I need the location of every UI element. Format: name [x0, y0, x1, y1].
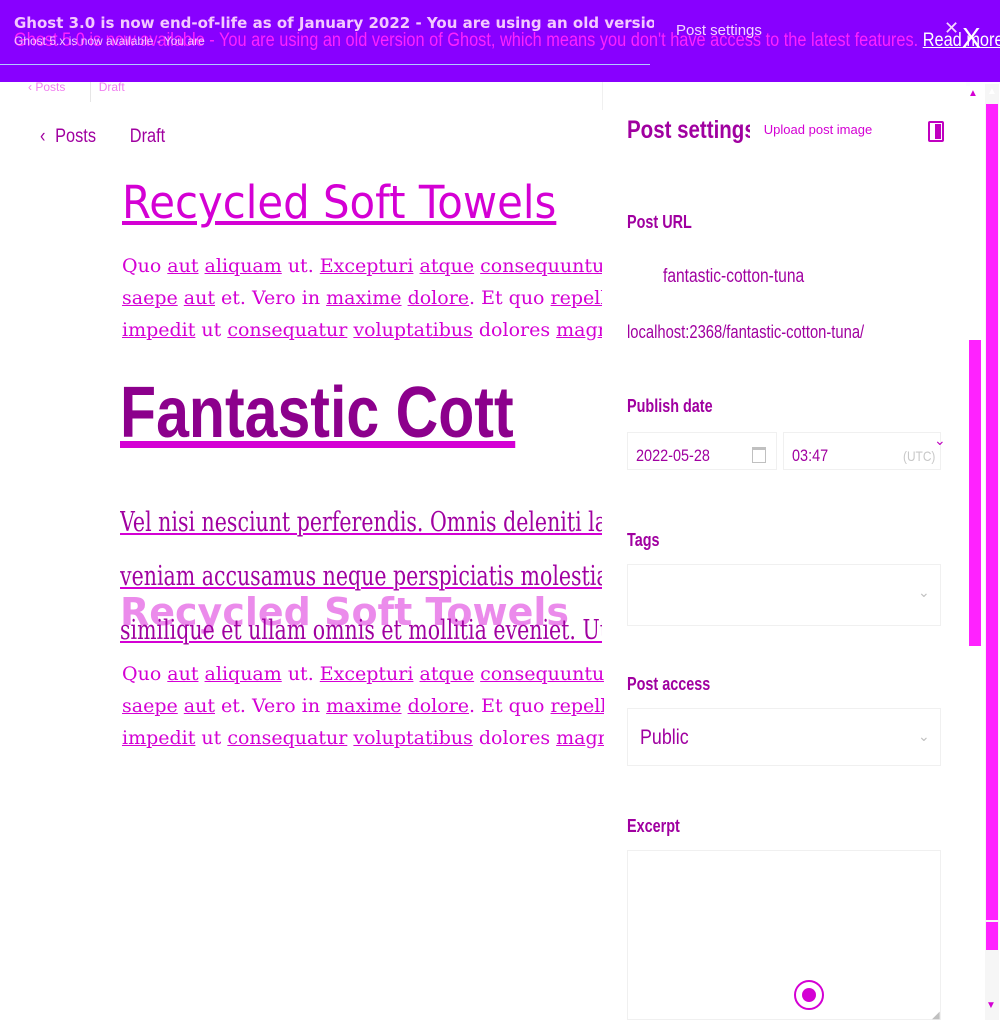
timezone-label: (UTC) — [903, 448, 936, 464]
crumb-posts-link[interactable]: Posts — [55, 126, 96, 147]
underlined-word: voluptatibus — [353, 727, 473, 749]
text-run: Quo — [122, 255, 168, 277]
body-line: Vel nisi nesciunt perferendis. Omnis del… — [120, 507, 602, 538]
text-run: ut — [195, 319, 228, 341]
underlined-word: repellat — [550, 287, 602, 309]
underlined-word: saepe — [122, 287, 178, 309]
publish-date-label: Publish date — [627, 396, 713, 416]
underlined-word: maxime — [326, 695, 402, 717]
settings-title: Post settings — [627, 116, 756, 144]
underlined-word: dolore — [407, 695, 470, 717]
tags-label: Tags — [627, 530, 660, 550]
body-line: similique et ullam omnis et mollitia eve… — [120, 615, 602, 646]
post-access-label: Post access — [627, 674, 711, 694]
underlined-word: aut — [183, 287, 215, 309]
page-scroll-thumb[interactable] — [986, 104, 998, 920]
underlined-word: voluptatibus — [353, 319, 473, 341]
ghost-breadcrumb: ‹ Posts Draft — [28, 80, 155, 94]
post-status: Draft — [129, 126, 166, 147]
underlined-word: consequatur — [227, 319, 348, 341]
underlined-word: aut — [167, 255, 199, 277]
text-run: Quo — [122, 663, 168, 685]
heading: Fantastic Cotton Tuna — [120, 373, 515, 453]
ghost-editor-divider — [602, 80, 603, 110]
sidebar-toggle-icon[interactable] — [928, 121, 944, 142]
text-run: ut — [195, 727, 228, 749]
breadcrumb: ‹ Posts Draft — [40, 126, 165, 148]
tags-input[interactable] — [627, 564, 941, 626]
underlined-word: maxime — [326, 287, 402, 309]
paragraph-a[interactable]: Quo aut aliquam ut. Excepturi atque cons… — [122, 250, 602, 346]
underlined-word: Excepturi — [319, 663, 414, 685]
chevron-down-icon: ⌄ — [934, 432, 946, 448]
resize-grip-icon[interactable]: ◢ — [932, 1010, 940, 1020]
paragraph-line: saepe aut et. Vero in maxime dolore. Et … — [122, 282, 602, 314]
post-url-input[interactable]: fantastic-cotton-tuna — [663, 266, 804, 288]
post-title[interactable]: Recycled Soft Towels — [122, 176, 556, 229]
scroll-up-icon[interactable]: ▲ — [987, 86, 997, 97]
publish-date-value: 2022-05-28 — [636, 446, 710, 465]
post-access-value: Public — [640, 726, 689, 749]
page-scroll-thumb-secondary[interactable] — [986, 922, 998, 950]
post-url-hint: localhost:2368/fantastic-cotton-tuna/ — [627, 322, 865, 342]
calendar-icon[interactable] — [752, 447, 766, 463]
post-url-label: Post URL — [627, 212, 692, 232]
excerpt-textarea[interactable] — [627, 850, 941, 1020]
scroll-up-icon[interactable]: ▲ — [968, 88, 978, 99]
underlined-word: atque — [419, 663, 475, 685]
paragraph-line: impedit ut consequatur voluptatibus dolo… — [122, 314, 602, 346]
body-line: veniam accusamus neque perspiciatis mole… — [120, 561, 602, 592]
underlined-word: atque — [419, 255, 475, 277]
upgrade-banner: Ghost 5.0 is now available - You are usi… — [0, 0, 1000, 82]
publish-time-value: 03:47 — [792, 446, 829, 465]
underlined-word: aut — [183, 695, 215, 717]
chevron-down-icon: ⌄ — [918, 584, 930, 600]
ghost-crumb-posts: ‹ Posts — [28, 80, 66, 94]
excerpt-label: Excerpt — [627, 816, 680, 836]
underlined-word: aut — [167, 663, 199, 685]
heading-block[interactable]: Fantastic Cotton Tuna — [120, 372, 602, 462]
banner-message: Ghost 5.0 is now available - You are usi… — [14, 30, 1000, 52]
text-run: dolores — [472, 727, 557, 749]
text-run: et. Vero in — [214, 695, 327, 717]
underlined-word: consequuntur — [480, 663, 614, 685]
underlined-word: dolore — [407, 287, 470, 309]
scroll-down-icon[interactable]: ▼ — [986, 1000, 996, 1011]
upload-image-button[interactable]: Upload post image — [750, 114, 886, 146]
underlined-word: magnam — [556, 319, 602, 341]
underlined-word: consequuntur — [480, 255, 602, 277]
text-run: et. Vero in — [214, 287, 327, 309]
underlined-word: Excepturi — [319, 255, 414, 277]
banner-message-text: Ghost 5.0 is now available - You are usi… — [14, 30, 923, 51]
text-run: . Et quo — [469, 695, 551, 717]
banner-close-button[interactable]: X — [962, 22, 981, 54]
underlined-word: saepe — [122, 695, 178, 717]
underlined-word: aliquam — [204, 663, 282, 685]
underlined-word: impedit — [122, 727, 196, 749]
chevron-down-icon: ⌄ — [918, 728, 930, 744]
panel-scroll-thumb[interactable] — [969, 340, 981, 646]
text-run: . Et quo — [469, 287, 551, 309]
record-icon[interactable] — [794, 980, 824, 1010]
body-text-block[interactable]: Vel nisi nesciunt perferendis. Omnis del… — [120, 496, 602, 646]
paragraph-line: Quo aut aliquam ut. Excepturi atque cons… — [122, 250, 602, 282]
underlined-word: aliquam — [204, 255, 282, 277]
underlined-word: impedit — [122, 319, 196, 341]
text-run: ut. — [281, 255, 320, 277]
underlined-word: consequatur — [227, 727, 348, 749]
chevron-left-icon[interactable]: ‹ — [40, 126, 45, 147]
ghost-crumb-draft: Draft — [98, 80, 125, 94]
text-run: dolores — [472, 319, 557, 341]
text-run: ut. — [281, 663, 320, 685]
